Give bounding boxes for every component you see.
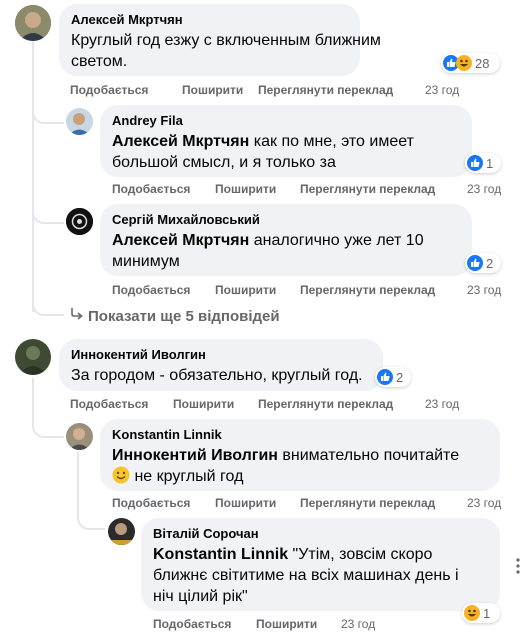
translate-button[interactable]: Переглянути переклад: [258, 396, 393, 412]
user-photo-icon: [66, 108, 93, 135]
like-icon: [377, 369, 393, 385]
reaction-summary[interactable]: 2: [375, 367, 411, 387]
comment-author[interactable]: Иннокентий Иволгин: [71, 347, 371, 363]
comment-actions: Подобається Поширити Переглянути перекла…: [112, 181, 512, 197]
comment-text: Алексей Мкртчян как по мне, это имеет бо…: [112, 133, 414, 171]
thread-connector: [32, 110, 64, 124]
comment-actions: Подобається Поширити Переглянути перекла…: [112, 495, 512, 511]
timestamp[interactable]: 23 год: [467, 282, 501, 298]
comment-actions: Подобається Поширити 23 год: [153, 616, 503, 632]
comment-text: Konstantin Linnik "Утім, зовсім скоро бл…: [153, 546, 459, 605]
reaction-count: 28: [475, 55, 490, 71]
avatar[interactable]: [66, 108, 93, 135]
more-options-icon[interactable]: [513, 558, 523, 574]
user-photo-icon: [66, 423, 93, 450]
thread-connector: [32, 302, 64, 316]
user-photo-icon: [15, 339, 51, 375]
avatar[interactable]: [66, 423, 93, 450]
avatar[interactable]: [108, 518, 135, 545]
thread-line-main-2: [32, 378, 34, 424]
avatar[interactable]: [15, 339, 51, 375]
reply-arrow-icon: [70, 307, 88, 325]
timestamp[interactable]: 23 год: [467, 495, 501, 511]
like-button[interactable]: Подобається: [153, 616, 231, 632]
mention-link[interactable]: Konstantin Linnik: [153, 546, 288, 563]
share-button[interactable]: Поширити: [215, 282, 276, 298]
reaction-count: 1: [486, 155, 494, 171]
mention-link[interactable]: Иннокентий Иволгин: [112, 447, 278, 464]
timestamp[interactable]: 23 год: [425, 82, 459, 98]
share-button[interactable]: Поширити: [256, 616, 317, 632]
smile-emoji-icon: [112, 466, 130, 484]
share-button[interactable]: Поширити: [215, 181, 276, 197]
comment-text: Круглый год езжу с включенным ближним св…: [71, 32, 381, 70]
avatar[interactable]: [66, 208, 93, 235]
user-photo-icon: [15, 5, 51, 41]
reaction-summary[interactable]: 2: [465, 253, 501, 273]
timestamp[interactable]: 23 год: [425, 396, 459, 412]
comment-text: Алексей Мкртчян аналогично уже лет 10 ми…: [112, 232, 424, 270]
thread-connector: [32, 424, 64, 438]
comment-bubble: Віталій Сорочан Konstantin Linnik "Утім,…: [141, 518, 500, 611]
thread-line-sub: [77, 452, 79, 516]
share-button[interactable]: Поширити: [182, 82, 243, 98]
mention-link[interactable]: Алексей Мкртчян: [112, 232, 249, 249]
comment-actions: Подобається Поширити Переглянути перекла…: [112, 282, 512, 298]
like-button[interactable]: Подобається: [112, 282, 190, 298]
comment-text: Иннокентий Иволгин внимательно почитайте…: [112, 447, 460, 485]
translate-button[interactable]: Переглянути переклад: [300, 282, 435, 298]
mention-link[interactable]: Алексей Мкртчян: [112, 133, 249, 150]
reaction-count: 2: [486, 255, 494, 271]
comment-author[interactable]: Віталій Сорочан: [153, 526, 488, 542]
like-icon: [467, 155, 483, 171]
thread-line-main-1: [32, 42, 34, 312]
comment-author[interactable]: Andrey Fila: [112, 113, 460, 129]
like-icon: [467, 255, 483, 271]
comment-bubble: Сергій Михайловський Алексей Мкртчян ана…: [100, 204, 472, 276]
user-photo-icon: [108, 518, 135, 545]
comment-bubble: Konstantin Linnik Иннокентий Иволгин вни…: [100, 419, 500, 491]
comment-actions: Подобається Поширити Переглянути перекла…: [70, 82, 470, 98]
thread-connector: [77, 516, 105, 530]
share-button[interactable]: Поширити: [215, 495, 276, 511]
comment-bubble: Andrey Fila Алексей Мкртчян как по мне, …: [100, 105, 472, 177]
reaction-count: 2: [396, 369, 404, 385]
timestamp[interactable]: 23 год: [467, 181, 501, 197]
avatar[interactable]: [15, 5, 51, 41]
like-button[interactable]: Подобається: [70, 82, 148, 98]
show-more-replies-button[interactable]: Показати ще 5 відповідей: [70, 307, 280, 325]
timestamp[interactable]: 23 год: [341, 616, 375, 632]
haha-icon: [456, 55, 472, 71]
comment-bubble: Алексей Мкртчян Круглый год езжу с включ…: [59, 4, 381, 76]
translate-button[interactable]: Переглянути переклад: [258, 82, 393, 98]
like-button[interactable]: Подобається: [112, 181, 190, 197]
comment-author[interactable]: Сергій Михайловський: [112, 212, 460, 228]
user-photo-icon: [66, 208, 93, 235]
like-button[interactable]: Подобається: [112, 495, 190, 511]
comment-actions: Подобається Поширити Переглянути перекла…: [70, 396, 470, 412]
translate-button[interactable]: Переглянути переклад: [300, 181, 435, 197]
reaction-summary[interactable]: 1: [465, 153, 501, 173]
comment-author[interactable]: Konstantin Linnik: [112, 427, 488, 443]
translate-button[interactable]: Переглянути переклад: [300, 495, 435, 511]
share-button[interactable]: Поширити: [173, 396, 234, 412]
reaction-summary[interactable]: 28: [441, 53, 500, 73]
like-button[interactable]: Подобається: [70, 396, 148, 412]
thread-connector: [32, 210, 64, 224]
comment-bubble: Иннокентий Иволгин За городом - обязател…: [59, 339, 383, 391]
comment-author[interactable]: Алексей Мкртчян: [71, 12, 348, 28]
comment-text: За городом - обязательно, круглый год.: [71, 367, 363, 384]
